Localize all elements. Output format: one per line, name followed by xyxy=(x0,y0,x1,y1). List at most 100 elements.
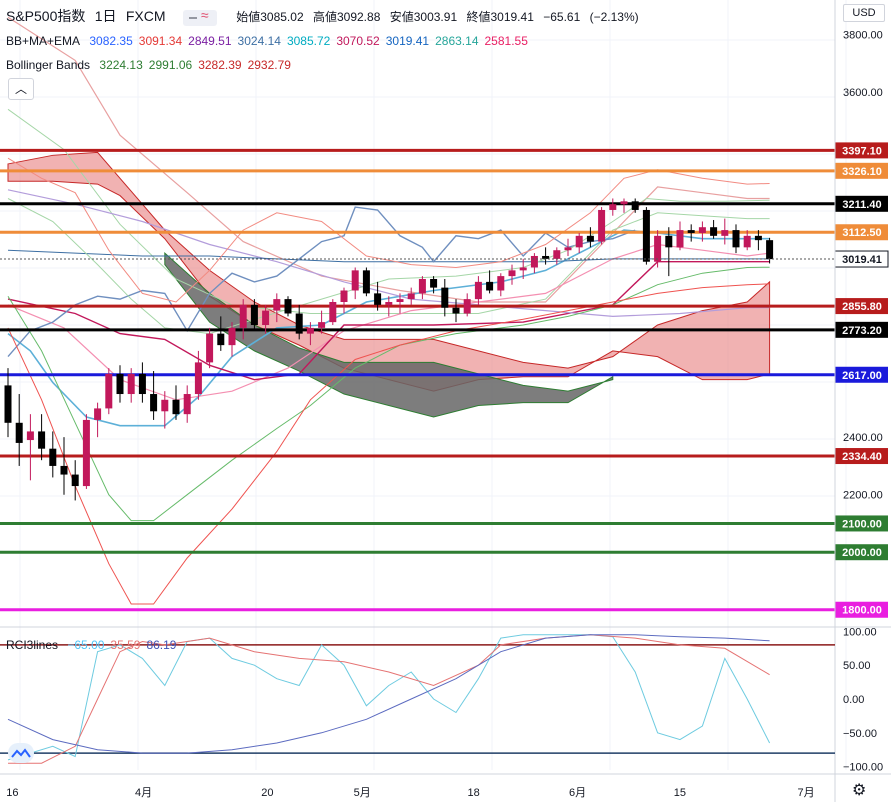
candle-body xyxy=(374,293,382,305)
low-value: 3003.91 xyxy=(413,10,458,24)
candle-body xyxy=(127,373,135,395)
candle-body xyxy=(743,235,751,248)
candle-body xyxy=(486,281,494,291)
legend-value: 2849.51 xyxy=(188,34,232,48)
level-label: 2334.40 xyxy=(842,451,882,463)
close-label: 終値 xyxy=(466,10,491,24)
x-tick-label: 18 xyxy=(467,787,479,799)
legend-value: 2932.79 xyxy=(247,58,291,72)
candle-body xyxy=(71,474,79,487)
candle-body xyxy=(721,230,729,236)
gear-icon[interactable]: ⚙ xyxy=(852,780,866,800)
candle-body xyxy=(49,448,57,466)
candle-body xyxy=(687,230,695,233)
candle-body xyxy=(407,293,415,300)
candle-body xyxy=(463,299,471,314)
currency-label[interactable]: USD xyxy=(843,4,885,22)
level-label: 2855.80 xyxy=(842,301,882,313)
price-tick-label: 3800.00 xyxy=(843,30,883,42)
legend-value: 2863.14 xyxy=(435,34,479,48)
candle-body xyxy=(38,431,46,449)
legend-bbmaema[interactable]: BB+MA+EMA 3082.35 3091.34 2849.51 3024.14 30… xyxy=(6,34,534,48)
level-label: 2617.00 xyxy=(842,370,882,382)
close-value: 3019.41 xyxy=(490,10,534,24)
candle-body xyxy=(441,287,449,308)
legend-rci[interactable]: RCI3lines −65.00 35.59 86.19 xyxy=(6,638,182,652)
candle-body xyxy=(609,204,617,210)
level-label: 3397.10 xyxy=(842,145,882,157)
legend-value: 2581.55 xyxy=(484,34,528,48)
candle-body xyxy=(732,230,740,248)
candle-body xyxy=(228,327,236,346)
low-label: 安値 xyxy=(389,10,414,24)
indicator-name: BB+MA+EMA xyxy=(6,34,81,48)
price-tick-label: 2400.00 xyxy=(843,432,883,444)
price-chart[interactable]: 3397.10 3326.10 3211.40 3112.50 2855.80 2773.… xyxy=(0,0,891,802)
tradingview-logo-icon xyxy=(8,743,34,763)
level-label: 3112.50 xyxy=(842,227,881,239)
candle-body xyxy=(250,304,258,326)
candle-body xyxy=(15,422,23,443)
legend-value: −65.00 xyxy=(67,638,105,652)
candle-body xyxy=(754,235,762,241)
candle-body xyxy=(553,250,561,259)
candle-body xyxy=(306,327,314,334)
compare-toggle-icon[interactable] xyxy=(182,7,217,26)
candle-body xyxy=(665,235,673,248)
candle-body xyxy=(396,299,404,302)
price-tick-label: 3600.00 xyxy=(843,87,883,99)
candle-body xyxy=(766,240,774,260)
chevron-up-icon[interactable]: ︿ xyxy=(8,78,34,100)
candle-body xyxy=(105,373,113,409)
overlay-line-8 xyxy=(7,157,770,303)
candle-body xyxy=(564,247,572,251)
x-tick-label: 7月 xyxy=(798,787,815,799)
candle-body xyxy=(362,270,370,294)
candle-body xyxy=(284,299,292,314)
level-label: 3211.40 xyxy=(842,199,881,211)
candle-body xyxy=(586,235,594,242)
x-tick-label: 6月 xyxy=(569,787,586,799)
legend-value: 2991.06 xyxy=(148,58,193,72)
legend-value: 35.59 xyxy=(110,638,141,652)
change-value: −65.61 xyxy=(543,10,581,24)
rci-tick-label: −50.00 xyxy=(843,728,877,740)
candle-body xyxy=(183,394,191,415)
candle-body xyxy=(497,276,505,291)
rci-tick-label: 50.00 xyxy=(843,660,871,672)
indicator-name: Bollinger Bands xyxy=(6,58,91,72)
x-tick-label: 15 xyxy=(674,787,686,799)
level-label: 2773.20 xyxy=(842,325,882,337)
candle-body xyxy=(710,227,718,236)
candle-body xyxy=(82,419,90,487)
rci-tick-label: 0.00 xyxy=(843,694,864,706)
x-tick-label: 20 xyxy=(261,787,273,799)
legend-value: 3091.34 xyxy=(138,34,183,48)
level-label: 2000.00 xyxy=(842,547,882,559)
legend-bollinger[interactable]: Bollinger Bands 3224.13 2991.06 3282.39 293… xyxy=(6,58,297,72)
candle-body xyxy=(318,322,326,328)
candle-body xyxy=(620,201,628,205)
candle-body xyxy=(452,307,460,314)
candle-body xyxy=(329,301,337,323)
candle-body xyxy=(94,408,102,420)
legend-value: 3085.72 xyxy=(286,34,331,48)
candle-body xyxy=(239,304,247,328)
candle-body xyxy=(575,235,583,248)
interval[interactable]: 1日 xyxy=(95,8,117,24)
rci-line-1 xyxy=(8,634,770,764)
high-label: 高値 xyxy=(312,10,337,24)
x-tick-label: 4月 xyxy=(135,787,152,799)
candle-body xyxy=(295,313,303,334)
price-tick-label: 2200.00 xyxy=(843,490,883,502)
chart-root: 3397.10 3326.10 3211.40 3112.50 2855.80 2773.… xyxy=(0,0,891,802)
candle-body xyxy=(206,333,214,363)
change-percent: (−2.13%) xyxy=(589,10,639,24)
legend-value: 3019.41 xyxy=(385,34,430,48)
candle-body xyxy=(4,385,12,423)
legend-value: 3070.52 xyxy=(336,34,380,48)
open-label: 始値 xyxy=(236,10,261,24)
open-value: 3085.02 xyxy=(260,10,304,24)
candle-body xyxy=(150,394,158,412)
symbol-name[interactable]: S&P500指数 xyxy=(6,8,85,24)
